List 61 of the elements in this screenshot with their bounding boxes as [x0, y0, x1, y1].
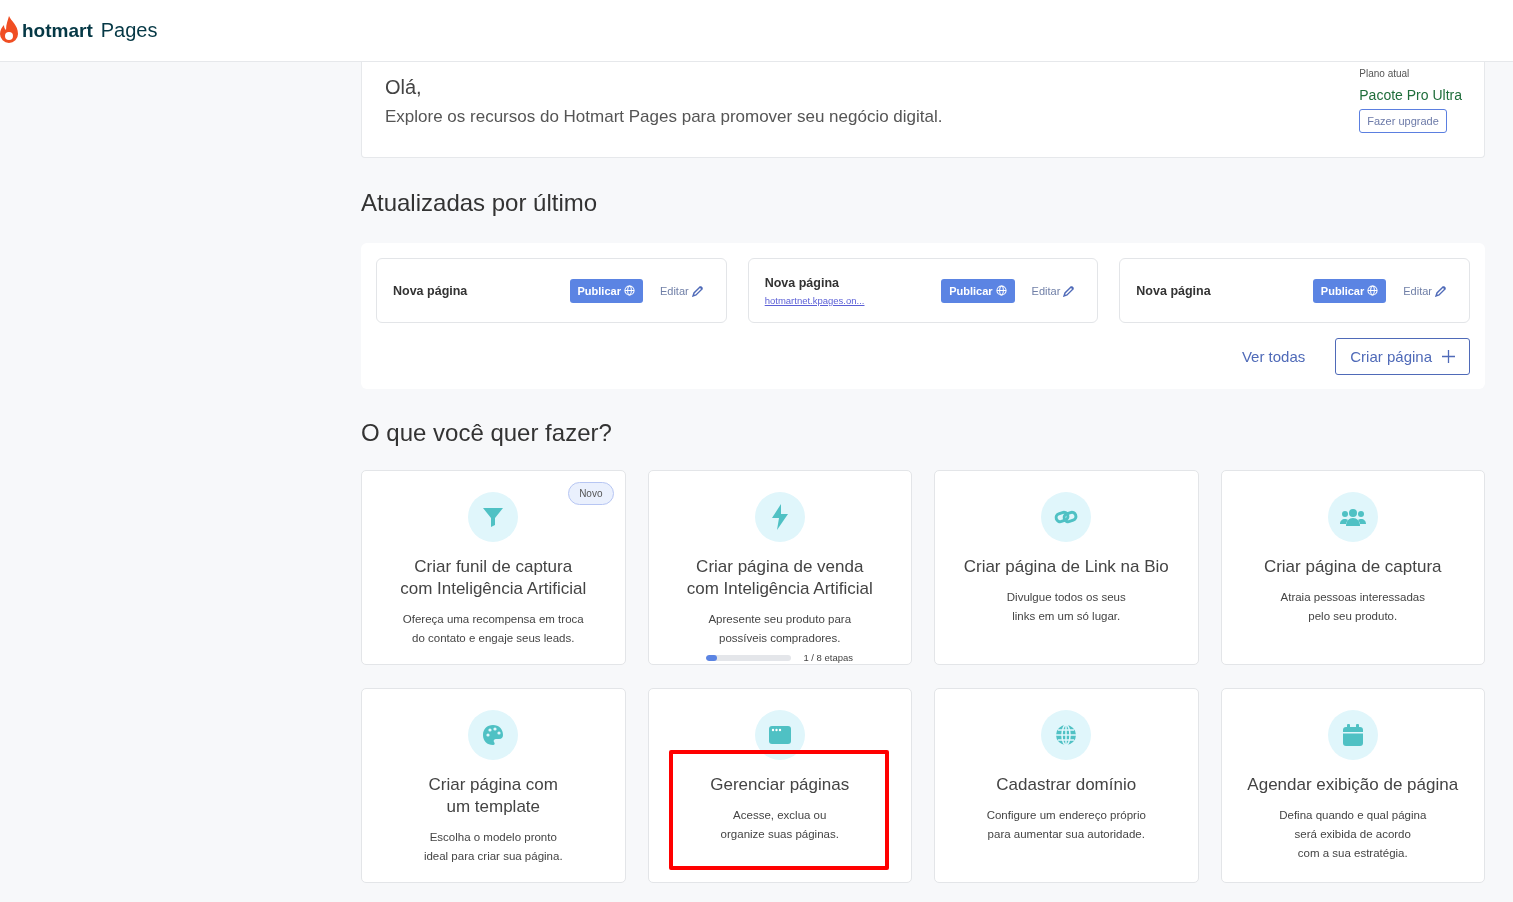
card-title: Criar página com um template — [427, 774, 559, 818]
action-card[interactable]: Criar página de Link na Bio Divulgue todos os seus links em um só lugar. — [934, 470, 1199, 665]
page-name: Nova página — [1136, 283, 1212, 298]
card-title: Criar página de captura — [1263, 556, 1442, 578]
card-description: Escolha o modelo pronto ideal para criar sua página. — [422, 830, 564, 864]
browser-window-icon — [767, 725, 792, 745]
funnel-icon — [481, 505, 506, 529]
publish-button[interactable]: Publicar — [1312, 278, 1387, 303]
publish-button[interactable]: Publicar — [569, 278, 643, 303]
logo-wordmark: hotmart — [22, 19, 93, 42]
plan-label: Plano atual — [1359, 68, 1410, 79]
plus-icon — [1442, 350, 1455, 363]
lightning-icon — [769, 504, 790, 530]
new-badge: Novo — [568, 482, 614, 505]
card-title: Cadastrar domínio — [996, 774, 1137, 796]
card-description: Atraia pessoas interessadas pelo seu produto. — [1279, 590, 1426, 624]
action-card[interactable]: Criar página de captura Atraia pessoas interessadas pelo seu produto. — [1220, 470, 1485, 665]
card-description: Divulgue todos os seus links em um só lugar. — [1005, 590, 1127, 624]
upgrade-button[interactable]: Fazer upgrade — [1359, 109, 1447, 133]
action-card[interactable]: Criar página com um template Escolha o modelo pronto ideal para criar sua página. — [361, 688, 626, 883]
card-title: Agendar exibição de página — [1247, 774, 1459, 796]
globe-icon — [1367, 285, 1379, 296]
card-title: Gerenciar páginas — [710, 774, 850, 796]
card-description: Configure um endereço próprio para aumentar sua autoridade. — [985, 808, 1147, 842]
pencil-icon — [691, 284, 704, 297]
edit-link[interactable]: Editar — [1403, 284, 1447, 297]
plan-name: Pacote Pro Ultra — [1359, 87, 1462, 103]
card-title: Criar funil de captura com Inteligência Artificial — [399, 556, 588, 600]
edit-link[interactable]: Editar — [1031, 284, 1076, 297]
page-name: Nova página — [764, 275, 840, 290]
action-card[interactable]: Agendar exibição de página Defina quando e qual página será exibida de acordo com a sua estratégia. — [1220, 688, 1485, 883]
palette-icon — [481, 723, 506, 747]
globe-icon — [623, 285, 635, 296]
pencil-icon — [1435, 284, 1447, 297]
action-card[interactable]: Cadastrar domínio Configure um endereço próprio para aumentar sua autoridade. — [934, 688, 1199, 883]
card-description: Defina quando e qual página será exibida de acordo com a sua estratégia. — [1278, 808, 1428, 861]
action-card[interactable]: Gerenciar páginas Acesse, exclua ou organize suas páginas. — [647, 688, 912, 883]
card-description: Ofereça uma recompensa em troca do contato e engaje seus leads. — [401, 612, 585, 646]
users-icon — [1339, 507, 1366, 527]
progress-label: 1 / 8 etapas — [803, 652, 854, 663]
welcome-message: Explore os recursos do Hotmart Pages para promover seu negócio digital. — [385, 107, 943, 127]
action-card[interactable]: Criar página de venda com Inteligência Artificial Apresente seu produto para possíveis compradores. 1 / 8 etapas — [647, 470, 912, 665]
calendar-icon — [1341, 723, 1364, 747]
card-description: Acesse, exclua ou organize suas páginas. — [719, 808, 840, 842]
card-description: Apresente seu produto para possíveis compradores. — [707, 612, 853, 646]
card-title: Criar página de Link na Bio — [963, 556, 1169, 578]
create-page-button[interactable]: Criar página — [1335, 338, 1470, 375]
pencil-icon — [1063, 284, 1076, 297]
globe-icon — [1054, 723, 1079, 747]
publish-button[interactable]: Publicar — [941, 278, 1015, 303]
product-name: Pages — [100, 19, 158, 42]
card-title: Criar página de venda com Inteligência Artificial — [685, 556, 874, 600]
globe-icon — [995, 285, 1007, 296]
page-link[interactable]: hotmartnet.kpages.on... — [764, 294, 942, 306]
see-all-link[interactable]: Ver todas — [1241, 348, 1306, 365]
section-heading: O que você quer fazer? — [361, 419, 613, 447]
edit-link[interactable]: Editar — [659, 284, 704, 297]
section-heading: Atualizadas por último — [361, 189, 599, 217]
greeting: Olá, — [385, 76, 423, 99]
page-name: Nova página — [393, 283, 469, 298]
action-card[interactable]: Novo Criar funil de captura com Inteligência Artificial Ofereça uma recompensa em troca do contato e engaje seus leads. — [361, 470, 626, 665]
